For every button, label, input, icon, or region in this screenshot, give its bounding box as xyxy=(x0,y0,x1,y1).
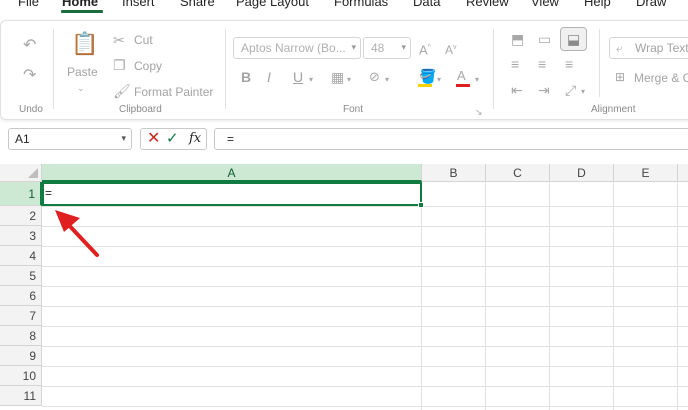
annotation-arrow-icon xyxy=(55,210,99,257)
